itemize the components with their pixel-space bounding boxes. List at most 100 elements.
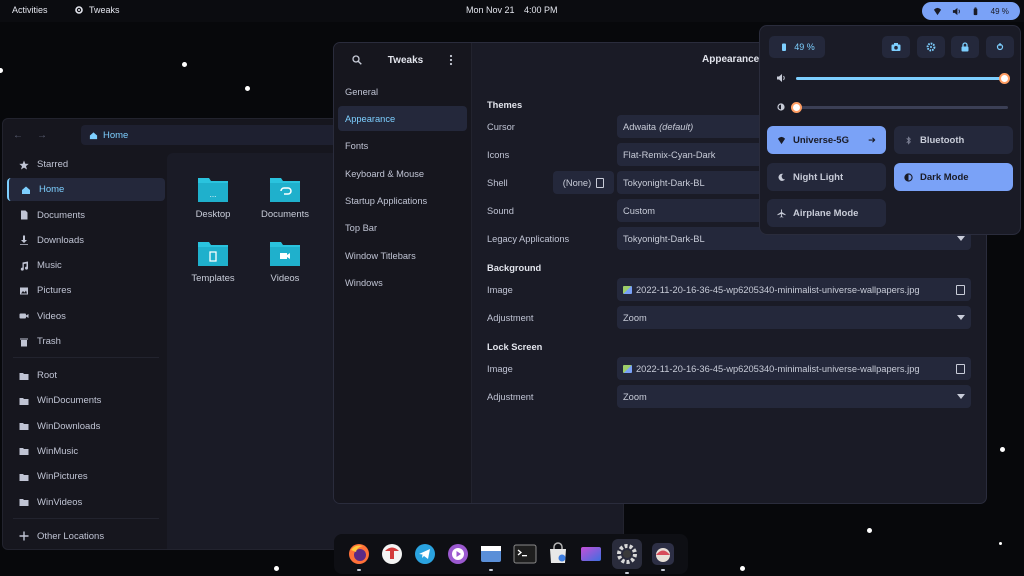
sidebar-label: Other Locations	[37, 530, 105, 542]
trash-icon	[20, 338, 28, 347]
files-icon[interactable]	[479, 542, 503, 571]
sidebar-item-root[interactable]: Root	[7, 364, 165, 387]
folder-icon	[19, 448, 29, 456]
shell-file-chooser[interactable]: (None)	[553, 171, 614, 194]
sidebar-item-winvideos[interactable]: WinVideos	[7, 491, 165, 514]
brightness-slider[interactable]	[791, 101, 1008, 113]
nav-fonts[interactable]: Fonts	[338, 134, 467, 159]
moon-icon	[778, 173, 786, 181]
settings-button[interactable]	[917, 36, 945, 58]
nav-general[interactable]: General	[338, 79, 467, 104]
bluetooth-toggle[interactable]: Bluetooth	[894, 126, 1013, 154]
clock-date[interactable]: Mon Nov 21	[466, 5, 515, 15]
tweaks-icon[interactable]	[651, 542, 675, 571]
clock-time[interactable]: 4:00 PM	[524, 5, 558, 15]
folder-icon	[19, 473, 29, 481]
folder-videos[interactable]: Videos	[249, 239, 321, 284]
volume-icon	[953, 7, 961, 15]
firefox-icon[interactable]	[347, 542, 371, 571]
bg-image-chooser[interactable]: 2022-11-20-16-36-45-wp6205340-minimalist…	[617, 278, 971, 301]
file-icon	[956, 363, 965, 374]
sidebar-item-home[interactable]: Home	[7, 178, 165, 202]
night-light-toggle[interactable]: Night Light	[767, 163, 886, 191]
telegram-icon[interactable]	[413, 542, 437, 566]
forward-icon[interactable]: →	[37, 130, 47, 141]
app-center-icon[interactable]	[380, 542, 404, 566]
software-icon[interactable]	[546, 542, 570, 566]
music-player-icon[interactable]	[446, 542, 470, 566]
shell-none-text: (None)	[562, 177, 592, 188]
cursor-default-suffix: (default)	[659, 121, 694, 132]
volume-slider[interactable]	[796, 72, 1010, 84]
terminal-icon[interactable]	[513, 542, 537, 566]
sidebar-label: Downloads	[37, 234, 84, 246]
volume-handle[interactable]	[998, 72, 1010, 84]
running-indicator	[356, 569, 361, 571]
power-button[interactable]	[986, 36, 1014, 58]
lockscreen-heading: Lock Screen	[487, 342, 543, 352]
sidebar-item-documents[interactable]: Documents	[7, 204, 165, 227]
nav-appearance[interactable]: Appearance	[338, 106, 467, 132]
sidebar-item-starred[interactable]: Starred	[7, 153, 165, 176]
sidebar-item-winpictures[interactable]: WinPictures	[7, 465, 165, 488]
folder-documents[interactable]: Documents	[249, 175, 321, 220]
sidebar-label: Root	[37, 370, 58, 382]
lock-adjustment-dropdown[interactable]: Zoom	[617, 385, 971, 408]
lock-image-chooser[interactable]: 2022-11-20-16-36-45-wp6205340-minimalist…	[617, 357, 971, 380]
bg-adjustment-dropdown[interactable]: Zoom	[617, 306, 971, 329]
back-icon[interactable]: ←	[13, 130, 23, 141]
sidebar-item-music[interactable]: Music	[7, 254, 165, 277]
sidebar-label: Starred	[37, 159, 69, 170]
plus-icon	[19, 531, 29, 541]
gear-icon	[75, 6, 83, 14]
folder-label: Templates	[191, 273, 235, 284]
screenshot-icon[interactable]	[579, 542, 603, 566]
sidebar-item-windocuments[interactable]: WinDocuments	[7, 389, 165, 412]
star-icon	[19, 160, 29, 169]
nav-keyboard-mouse[interactable]: Keyboard & Mouse	[338, 161, 467, 186]
wifi-toggle[interactable]: Universe-5G ➜	[767, 126, 886, 154]
system-tray[interactable]: 49 %	[922, 2, 1020, 20]
sidebar-item-pictures[interactable]: Pictures	[7, 279, 165, 302]
bg-image-label: Image	[487, 285, 513, 295]
star	[867, 528, 872, 533]
sidebar-item-other-locations[interactable]: Other Locations	[7, 525, 165, 548]
search-icon[interactable]	[352, 55, 362, 65]
sidebar-item-downloads[interactable]: Downloads	[7, 229, 165, 252]
power-icon	[996, 43, 1004, 51]
folder-templates[interactable]: Templates	[177, 239, 249, 284]
arrow-right-icon[interactable]: ➜	[868, 135, 876, 146]
sidebar-item-windownloads[interactable]: WinDownloads	[7, 415, 165, 438]
running-indicator	[489, 569, 494, 571]
dark-mode-toggle[interactable]: Dark Mode	[894, 163, 1013, 191]
sidebar-item-trash[interactable]: Trash	[7, 330, 165, 353]
file-icon	[596, 177, 605, 188]
sidebar-item-winmusic[interactable]: WinMusic	[7, 440, 165, 463]
themes-heading: Themes	[487, 100, 523, 110]
lock-button[interactable]	[951, 36, 979, 58]
nav-top-bar[interactable]: Top Bar	[338, 216, 467, 241]
nav-window-titlebars[interactable]: Window Titlebars	[338, 243, 467, 268]
nav-startup-applications[interactable]: Startup Applications	[338, 189, 467, 214]
legacy-label: Legacy Applications	[487, 234, 570, 244]
brightness-handle[interactable]	[791, 101, 802, 113]
nav-windows[interactable]: Windows	[338, 271, 467, 296]
screenshot-button[interactable]	[882, 36, 910, 58]
sidebar-label: Videos	[37, 310, 66, 322]
airplane-mode-toggle[interactable]: Airplane Mode	[767, 199, 886, 227]
app-menu[interactable]: Tweaks	[74, 5, 120, 15]
download-icon	[20, 235, 28, 246]
activities-button[interactable]: Activities	[12, 5, 48, 15]
cursor-label: Cursor	[487, 122, 515, 132]
menu-dots-icon[interactable]	[449, 54, 453, 66]
settings-icon[interactable]	[612, 539, 643, 574]
volume-slider-row	[776, 72, 1010, 84]
folder-desktop[interactable]: ... Desktop	[177, 175, 249, 220]
battery-status-button[interactable]: 49 %	[769, 36, 825, 58]
bg-image-value: 2022-11-20-16-36-45-wp6205340-minimalist…	[636, 284, 920, 295]
running-indicator	[661, 569, 666, 571]
sidebar-item-videos[interactable]: Videos	[7, 305, 165, 328]
icons-value: Flat-Remix-Cyan-Dark	[623, 149, 716, 160]
home-icon	[22, 186, 30, 194]
path-label: Home	[103, 129, 129, 141]
